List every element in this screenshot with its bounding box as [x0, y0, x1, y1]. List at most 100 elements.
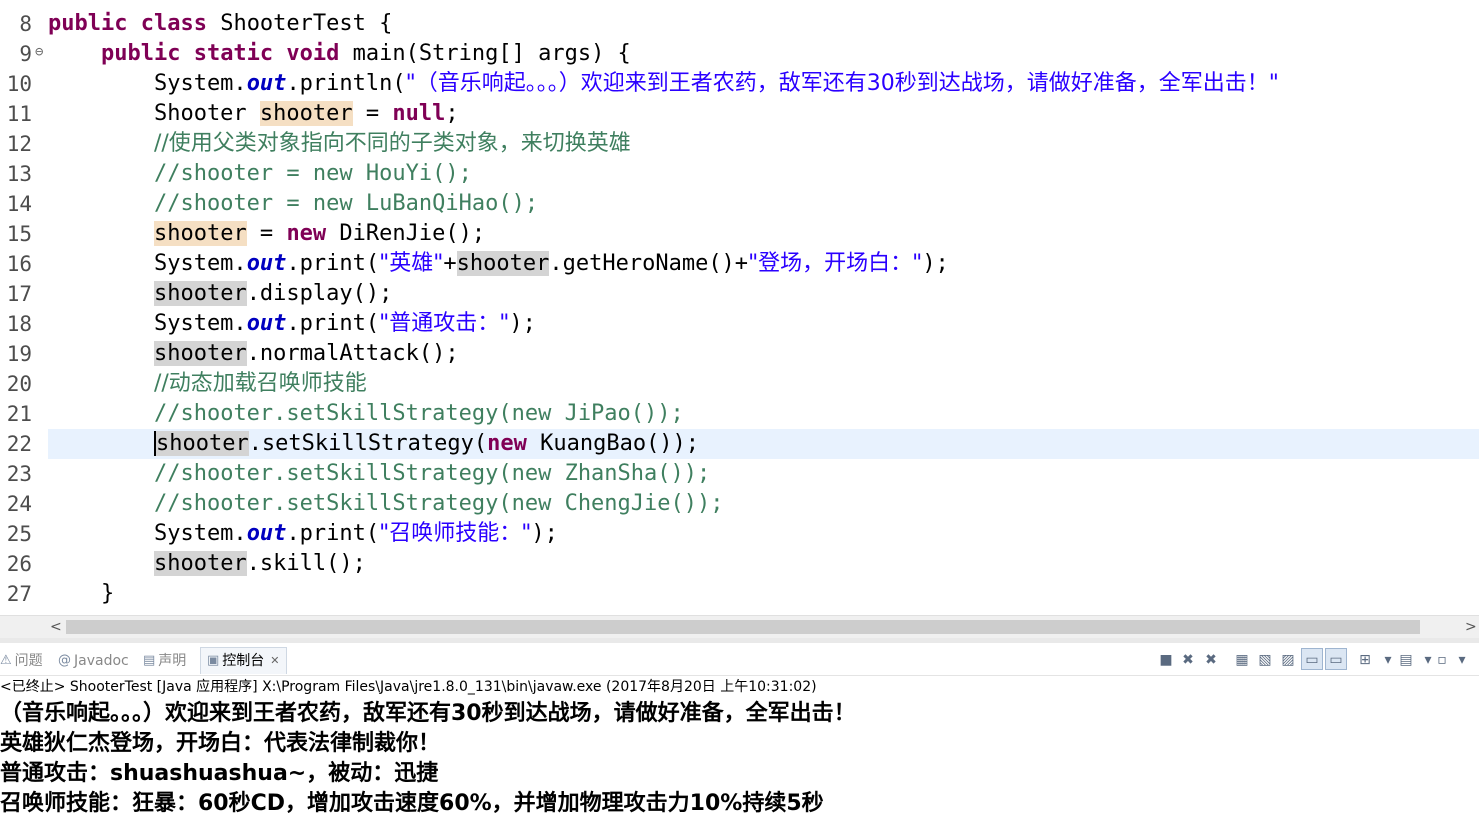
line-number: 15 [6, 222, 32, 246]
code-text: //shooter.setSkillStrategy(new ChengJie(… [48, 489, 724, 519]
code-token: ); [531, 521, 558, 546]
code-text: public class ShooterTest { [48, 9, 392, 39]
code-token: } [48, 581, 115, 606]
code-token: shooter [153, 221, 247, 246]
code-token: //shooter.setSkillStrategy(new JiPao()); [153, 401, 684, 426]
line-number: 18 [6, 312, 32, 336]
code-line[interactable]: 17 shooter.display(); [0, 279, 1479, 309]
code-token: out [246, 521, 287, 546]
remove-all-icon[interactable]: ✖ [1201, 649, 1221, 671]
code-line[interactable]: 26 shooter.skill(); [0, 549, 1479, 579]
bottom-panel-tabbar: ⚠ 问题 @ Javadoc ▤ 声明 ▣ 控制台 ✕ ■ ✖ ✖ ▦ ▧ ▨ ▭ ▭ ⊞ ▾ ▤ ▾ ▫ ▾ [0, 645, 1479, 676]
code-token: out [246, 71, 287, 96]
code-token: System. [48, 71, 247, 96]
code-token: .display(); [246, 281, 393, 306]
code-line[interactable]: 22 shooter.setSkillStrategy(new KuangBao… [0, 429, 1479, 459]
code-text: System.out.print("召唤师技能："); [48, 519, 558, 549]
code-editor[interactable]: 8 public class ShooterTest {9 ⊖ public sta… [0, 0, 1479, 615]
editor-horizontal-scrollbar[interactable]: < > [0, 615, 1479, 638]
line-number: 24 [6, 492, 32, 516]
code-token: .skill(); [246, 551, 366, 576]
console-icon: ▣ [207, 653, 220, 668]
code-line[interactable]: 10 System.out.println("（音乐响起。。。）欢迎来到王者农药… [0, 69, 1479, 99]
code-token: public class [48, 11, 207, 36]
code-line[interactable]: 11 Shooter shooter = null; [0, 99, 1479, 129]
code-line[interactable]: 21 //shooter.setSkillStrategy(new JiPao(… [0, 399, 1479, 429]
code-line[interactable]: 19 shooter.normalAttack(); [0, 339, 1479, 369]
clear-console-icon[interactable]: ▦ [1232, 649, 1252, 671]
code-token: //使用父类对象指向不同的子类对象，来切换英雄 [153, 131, 631, 156]
pin-console-icon[interactable]: ⊞ [1355, 649, 1375, 671]
code-token: .println( [286, 71, 406, 96]
line-number: 8 [19, 12, 32, 36]
console-line: 普通攻击：shuashuashua~，被动：迅捷 [0, 761, 439, 786]
line-number: 16 [6, 252, 32, 276]
code-token: .normalAttack(); [246, 341, 459, 366]
terminate-icon[interactable]: ■ [1156, 649, 1176, 671]
view-menu-icon[interactable]: ▾ [1452, 649, 1472, 671]
code-line[interactable]: 16 System.out.print("英雄"+shooter.getHero… [0, 249, 1479, 279]
show-on-output-icon[interactable]: ▭ [1301, 648, 1323, 670]
code-token: ; [445, 101, 459, 126]
line-number: 9 [19, 42, 32, 66]
code-line[interactable]: 18 System.out.print("普通攻击："); [0, 309, 1479, 339]
code-token: new [286, 221, 327, 246]
code-token: "召唤师技能：" [379, 521, 532, 546]
code-line[interactable]: 15 shooter = new DiRenJie(); [0, 219, 1479, 249]
show-on-error-icon[interactable]: ▭ [1325, 648, 1347, 670]
code-text: System.out.print("英雄"+shooter.getHeroNam… [48, 249, 949, 279]
scroll-left-arrow-icon[interactable]: < [50, 616, 62, 638]
display-console-dropdown-icon[interactable]: ▾ [1378, 649, 1398, 671]
code-token: shooter [153, 431, 249, 456]
code-line[interactable]: 13 //shooter = new HouYi(); [0, 159, 1479, 189]
code-token: out [246, 251, 287, 276]
code-line[interactable]: 27 } [0, 579, 1479, 609]
scrollbar-thumb[interactable] [66, 620, 1420, 634]
code-token: "（音乐响起。。。）欢迎来到王者农药，敌军还有30秒到达战场，请做好准备，全军出… [405, 71, 1279, 96]
tab-console[interactable]: ▣ 控制台 ✕ [200, 647, 287, 674]
scroll-lock-icon[interactable]: ▧ [1255, 649, 1275, 671]
console-status-line: <已终止> ShooterTest [Java 应用程序] X:\Program… [0, 679, 817, 695]
close-icon[interactable]: ✕ [270, 649, 279, 673]
javadoc-icon: @ [58, 653, 71, 668]
word-wrap-icon[interactable]: ▨ [1278, 649, 1298, 671]
code-line[interactable]: 12 //使用父类对象指向不同的子类对象，来切换英雄 [0, 129, 1479, 159]
tab-declaration[interactable]: ▤ 声明 [143, 649, 186, 673]
code-token: public static void [100, 41, 340, 66]
code-line[interactable]: 20 //动态加载召唤师技能 [0, 369, 1479, 399]
code-token: "英雄" [379, 251, 444, 276]
code-text: shooter.normalAttack(); [48, 339, 459, 369]
code-line[interactable]: 14 //shooter = new LuBanQiHao(); [0, 189, 1479, 219]
code-token: null [392, 101, 446, 126]
code-text: //shooter = new HouYi(); [48, 159, 472, 189]
code-token: DiRenJie(); [326, 221, 486, 246]
code-line[interactable]: 23 //shooter.setSkillStrategy(new ZhanSh… [0, 459, 1479, 489]
code-line[interactable]: 24 //shooter.setSkillStrategy(new ChengJ… [0, 489, 1479, 519]
code-token: .print( [286, 521, 380, 546]
open-console-icon[interactable]: ▤ [1396, 649, 1416, 671]
code-line[interactable]: 25 System.out.print("召唤师技能："); [0, 519, 1479, 549]
line-number: 20 [6, 372, 32, 396]
code-token: = [352, 101, 393, 126]
scroll-right-arrow-icon[interactable]: > [1465, 616, 1477, 638]
fold-toggle-icon[interactable]: ⊖ [35, 37, 43, 67]
remove-launch-icon[interactable]: ✖ [1178, 649, 1198, 671]
code-line[interactable]: 8 public class ShooterTest { [0, 9, 1479, 39]
code-token: out [246, 311, 287, 336]
new-console-icon[interactable]: ▫ [1432, 649, 1452, 671]
code-token: System. [48, 311, 247, 336]
tab-javadoc[interactable]: @ Javadoc [58, 649, 129, 673]
code-token: //shooter = new LuBanQiHao(); [153, 191, 539, 216]
line-number: 11 [6, 102, 32, 126]
panel-divider[interactable] [0, 638, 1479, 643]
tab-problems[interactable]: ⚠ 问题 [0, 649, 43, 673]
line-number: 10 [6, 72, 32, 96]
code-line[interactable]: 9 ⊖ public static void main(String[] args… [0, 39, 1479, 69]
